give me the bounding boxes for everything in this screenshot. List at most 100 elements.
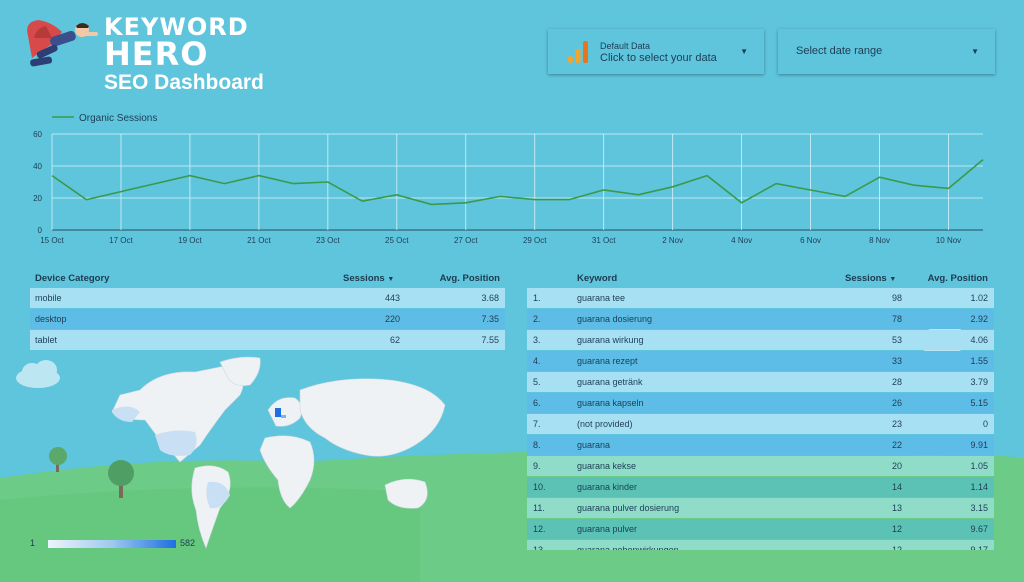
keyword-cell: guarana rezept bbox=[577, 356, 638, 366]
table-row[interactable]: desktop 220 7.35 bbox=[30, 309, 505, 329]
x-tick-label: 6 Nov bbox=[800, 236, 821, 245]
x-tick-label: 8 Nov bbox=[869, 236, 890, 245]
table-row[interactable]: 6. guarana kapseln 26 5.15 bbox=[527, 393, 994, 413]
table-row[interactable]: 12. guarana pulver 12 9.67 bbox=[527, 519, 994, 539]
column-header-sessions-label: Sessions bbox=[343, 273, 385, 284]
google-analytics-icon bbox=[568, 41, 588, 63]
rank-cell: 8. bbox=[533, 440, 541, 450]
chevron-down-icon: ▼ bbox=[971, 47, 979, 56]
column-header-avg-position[interactable]: Avg. Position bbox=[928, 273, 988, 284]
sessions-cell: 53 bbox=[891, 335, 902, 345]
sessions-cell: 28 bbox=[891, 377, 902, 387]
column-header-device-category[interactable]: Device Category bbox=[35, 273, 109, 284]
table-row[interactable]: 3. guarana wirkung 53 4.06 bbox=[527, 330, 994, 350]
avg-position-cell: 5.15 bbox=[970, 398, 988, 408]
date-range-selector[interactable]: Select date range ▼ bbox=[778, 29, 995, 74]
avg-position-cell: 9.91 bbox=[970, 440, 988, 450]
sort-down-icon: ▼ bbox=[387, 276, 395, 283]
x-tick-label: 15 Oct bbox=[40, 236, 64, 245]
table-header: Device Category Sessions ▼ Avg. Position bbox=[30, 268, 505, 288]
table-row[interactable]: 7. (not provided) 23 0 bbox=[527, 414, 994, 434]
data-source-selector[interactable]: Default Data Click to select your data ▼ bbox=[548, 29, 764, 74]
device-name-cell: tablet bbox=[35, 335, 58, 345]
keyword-cell: guarana nebenwirkungen bbox=[577, 545, 679, 550]
avg-position-cell: 3.79 bbox=[970, 377, 988, 387]
keyword-cell: guarana tee bbox=[577, 293, 626, 303]
y-tick-label: 20 bbox=[33, 194, 42, 203]
rank-cell: 3. bbox=[533, 335, 541, 345]
table-row[interactable]: mobile 443 3.68 bbox=[30, 288, 505, 308]
data-source-value: Click to select your data bbox=[600, 52, 717, 64]
device-name-cell: desktop bbox=[35, 314, 67, 324]
table-row[interactable]: 9. guarana kekse 20 1.05 bbox=[527, 456, 994, 476]
legend-label: Organic Sessions bbox=[79, 113, 157, 124]
column-header-sessions[interactable]: Sessions ▼ bbox=[845, 273, 896, 284]
table-row[interactable]: 1. guarana tee 98 1.02 bbox=[527, 288, 994, 308]
sessions-cell: 14 bbox=[891, 482, 902, 492]
map-color-legend: 1 582 bbox=[30, 537, 200, 551]
column-header-sessions[interactable]: Sessions ▼ bbox=[343, 273, 394, 284]
x-tick-label: 10 Nov bbox=[936, 236, 961, 245]
x-tick-label: 25 Oct bbox=[385, 236, 409, 245]
keyword-cell: guarana kapseln bbox=[577, 398, 644, 408]
rank-cell: 9. bbox=[533, 461, 541, 471]
rank-cell: 13. bbox=[533, 545, 546, 550]
page-title: SEO Dashboard bbox=[104, 71, 264, 94]
avg-position-cell: 9.17 bbox=[970, 545, 988, 550]
y-tick-label: 0 bbox=[38, 226, 43, 235]
avg-position-cell: 1.02 bbox=[970, 293, 988, 303]
sessions-cell: 12 bbox=[891, 545, 902, 550]
table-row[interactable]: 5. guarana getränk 28 3.79 bbox=[527, 372, 994, 392]
table-row[interactable]: tablet 62 7.55 bbox=[30, 330, 505, 350]
chevron-down-icon: ▼ bbox=[740, 47, 748, 56]
table-row[interactable]: 10. guarana kinder 14 1.14 bbox=[527, 477, 994, 497]
y-tick-label: 60 bbox=[33, 130, 42, 139]
column-header-keyword[interactable]: Keyword bbox=[577, 273, 617, 284]
brand-name-line2: HERO bbox=[104, 35, 209, 73]
x-tick-label: 29 Oct bbox=[523, 236, 547, 245]
sessions-cell: 220 bbox=[384, 314, 400, 324]
column-header-sessions-label: Sessions bbox=[845, 273, 887, 284]
table-row[interactable]: 11. guarana pulver dosierung 13 3.15 bbox=[527, 498, 994, 518]
avg-position-cell: 1.05 bbox=[970, 461, 988, 471]
date-range-label: Select date range bbox=[796, 45, 883, 57]
rank-cell: 2. bbox=[533, 314, 541, 324]
table-row[interactable]: 13. guarana nebenwirkungen 12 9.17 bbox=[527, 540, 994, 550]
legend-max-value: 582 bbox=[180, 538, 196, 548]
table-row[interactable]: 2. guarana dosierung 78 2.92 bbox=[527, 309, 994, 329]
keyword-cell: guarana dosierung bbox=[577, 314, 653, 324]
device-name-cell: mobile bbox=[35, 293, 62, 303]
map-region-usa bbox=[155, 430, 197, 456]
rank-cell: 6. bbox=[533, 398, 541, 408]
x-tick-label: 31 Oct bbox=[592, 236, 616, 245]
sessions-cell: 13 bbox=[891, 503, 902, 513]
organic-sessions-chart: 0 20 40 60 15 Oct 17 Oct 19 Oct 21 Oct 23 Oct 25 … bbox=[33, 113, 984, 245]
x-tick-label: 21 Oct bbox=[247, 236, 271, 245]
table-header: Keyword Sessions ▼ Avg. Position bbox=[527, 268, 994, 288]
keyword-cell: guarana kekse bbox=[577, 461, 637, 471]
sessions-cell: 22 bbox=[891, 440, 902, 450]
y-tick-label: 40 bbox=[33, 162, 42, 171]
sessions-cell: 78 bbox=[891, 314, 902, 324]
x-tick-label: 4 Nov bbox=[731, 236, 752, 245]
world-map[interactable] bbox=[100, 350, 470, 555]
keyword-cell: guarana pulver dosierung bbox=[577, 503, 680, 513]
rank-cell: 5. bbox=[533, 377, 541, 387]
table-row[interactable]: 8. guarana 22 9.91 bbox=[527, 435, 994, 455]
rank-cell: 10. bbox=[533, 482, 546, 492]
sessions-cell: 98 bbox=[891, 293, 902, 303]
sessions-cell: 26 bbox=[891, 398, 902, 408]
map-region-africa bbox=[259, 435, 315, 509]
avg-position-cell: 3.15 bbox=[970, 503, 988, 513]
keyword-cell: guarana kinder bbox=[577, 482, 638, 492]
sort-down-icon: ▼ bbox=[889, 276, 897, 283]
x-tick-label: 17 Oct bbox=[109, 236, 133, 245]
keyword-cell: (not provided) bbox=[577, 419, 633, 429]
legend-gradient-bar bbox=[48, 540, 176, 548]
avg-position-cell: 3.68 bbox=[481, 293, 499, 303]
map-region-europe bbox=[267, 397, 302, 427]
sessions-cell: 33 bbox=[891, 356, 902, 366]
table-row[interactable]: 4. guarana rezept 33 1.55 bbox=[527, 351, 994, 371]
column-header-avg-position[interactable]: Avg. Position bbox=[440, 273, 500, 284]
avg-position-cell: 7.55 bbox=[481, 335, 499, 345]
